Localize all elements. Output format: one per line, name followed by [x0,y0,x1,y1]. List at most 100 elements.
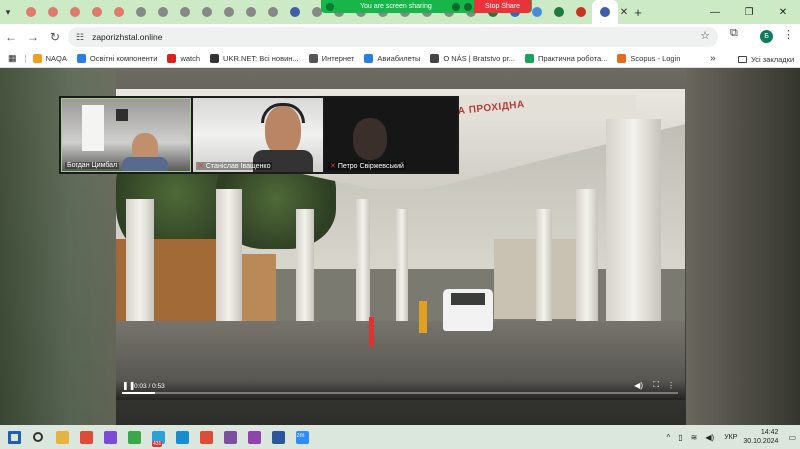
restore-button[interactable]: ❐ [732,0,766,24]
pause-share-icon[interactable] [452,2,460,11]
language-indicator[interactable]: УКР [724,434,737,441]
forward-icon[interactable]: → [22,26,44,48]
wifi-icon[interactable]: ≋ [691,433,698,442]
close-window-button[interactable]: ✕ [766,0,800,24]
app-purple-icon[interactable] [242,425,266,449]
bookmark-item[interactable]: О NÁS | Bratstvo pr... [430,54,515,63]
speaker-icon[interactable]: ◀) [705,433,714,442]
tab-favicon-icon [268,7,278,17]
browser-menu-icon[interactable]: ⋮ [783,28,794,41]
extensions-icon[interactable]: ⧉ [730,27,738,40]
bookmark-item[interactable]: Авиабилеты [364,54,420,63]
viber-icon[interactable] [218,425,242,449]
tab-favicon-icon [600,7,610,17]
search-icon[interactable] [26,425,50,449]
bookmark-item[interactable]: Scopus - Login [617,54,680,63]
bookmark-star-icon[interactable]: ☆ [700,29,710,42]
volume-icon[interactable]: ◀) [634,381,643,390]
taskbar-glyph [7,430,21,444]
more-bookmarks-icon[interactable]: » [710,53,716,64]
taskbar-glyph [79,430,93,444]
muted-mic-icon: ✕ [330,163,336,170]
browser-tab[interactable] [262,0,284,24]
share-security-icon[interactable] [464,2,472,11]
participant-strip: Богдан Цимбал ✕ Станіслав Іващенко ✕ Петро… [59,96,459,174]
pillar [396,209,408,329]
battery-icon[interactable]: ▯ [678,433,682,442]
browser-tab[interactable] [64,0,86,24]
close-tab-icon[interactable]: ✕ [618,0,630,24]
apps-grid-icon[interactable]: ▦ [8,53,17,64]
back-icon[interactable]: ← [0,26,22,48]
bookmark-favicon-icon [364,54,374,63]
notification-icon[interactable]: ▭ [788,433,796,442]
browser-tab[interactable] [174,0,196,24]
browser-tab[interactable] [42,0,64,24]
minimize-button[interactable]: — [698,0,732,24]
browser-tab[interactable] [130,0,152,24]
all-bookmarks-folder[interactable]: Усі закладки [738,50,794,68]
url-text[interactable]: zaporizhstal.online [92,32,162,42]
bookmark-favicon-icon [524,54,534,63]
download-icon[interactable] [122,425,146,449]
taskbar-glyph [127,430,141,444]
browser-tab[interactable] [86,0,108,24]
browser-tab[interactable] [548,0,570,24]
chrome-active-icon[interactable] [194,425,218,449]
bookmark-item[interactable]: Интернет [308,54,354,63]
participant-face [353,118,387,160]
tab-favicon-icon [70,7,80,17]
participant-tile[interactable]: ✕ Станіслав Іващенко [193,98,323,172]
reload-icon[interactable]: ↻ [44,26,66,48]
browser-tab[interactable] [240,0,262,24]
participant-shirt [122,157,168,171]
windows-start-icon[interactable] [2,425,26,449]
taskbar-glyph [223,430,237,444]
tray-overflow-icon[interactable]: ^ [666,433,670,442]
file-explorer-icon[interactable] [50,425,74,449]
bookmark-item[interactable]: Практична робота... [524,54,607,63]
bookmark-item[interactable]: Освітні компоненти [76,54,157,63]
browser-tab[interactable] [592,0,618,24]
bookmark-separator: ¦ [24,54,27,63]
profile-avatar[interactable]: Б [760,30,773,43]
new-tab-button[interactable]: + [630,0,646,24]
browser-tab[interactable] [196,0,218,24]
bookmark-item[interactable]: watch [167,54,200,63]
stop-share-button[interactable]: Stop Share [474,0,531,13]
edge-icon[interactable] [170,425,194,449]
telegram-icon[interactable]: 431 [146,425,170,449]
tab-favicon-icon [180,7,190,17]
bookmark-label: watch [180,54,201,63]
chrome-icon[interactable] [74,425,98,449]
browser-tab[interactable] [570,0,592,24]
bookmark-item[interactable]: UKR.NET: Всі новин... [210,54,299,63]
browser-tab[interactable] [108,0,130,24]
video-progress-bar[interactable] [122,392,678,394]
tab-favicon-icon [246,7,256,17]
media-icon[interactable] [98,425,122,449]
video-progress-fill [122,392,156,394]
bookmark-favicon-icon [32,54,42,63]
video-more-icon[interactable]: ⋮ [667,381,675,390]
bookmark-item[interactable]: NAQA [32,54,67,63]
share-status-text: You are screen sharing [360,3,432,10]
share-status-icon [326,2,334,11]
fullscreen-icon[interactable]: ⛶ [653,380,659,390]
participant-name: Богдан Цимбал [65,162,120,169]
site-settings-icon[interactable]: ☷ [76,32,84,43]
notes-icon[interactable] [266,425,290,449]
browser-tab[interactable] [20,0,42,24]
participant-tile[interactable]: Богдан Цимбал [61,98,191,172]
bookmark-label: Авиабилеты [377,54,421,63]
zoom-icon[interactable]: zm [290,425,314,449]
clock-date: 30.10.2024 [743,438,779,445]
address-bar[interactable]: ☷ zaporizhstal.online ☆ [68,27,718,47]
headphones-icon [261,103,305,123]
participant-tile[interactable]: ✕ Петро Свіржевський [325,98,457,172]
browser-tab[interactable] [284,0,306,24]
browser-tab[interactable] [152,0,174,24]
tab-search-icon[interactable]: ▾ [2,6,14,18]
clock[interactable]: 14:42 30.10.2024 [743,428,778,446]
browser-tab[interactable] [218,0,240,24]
